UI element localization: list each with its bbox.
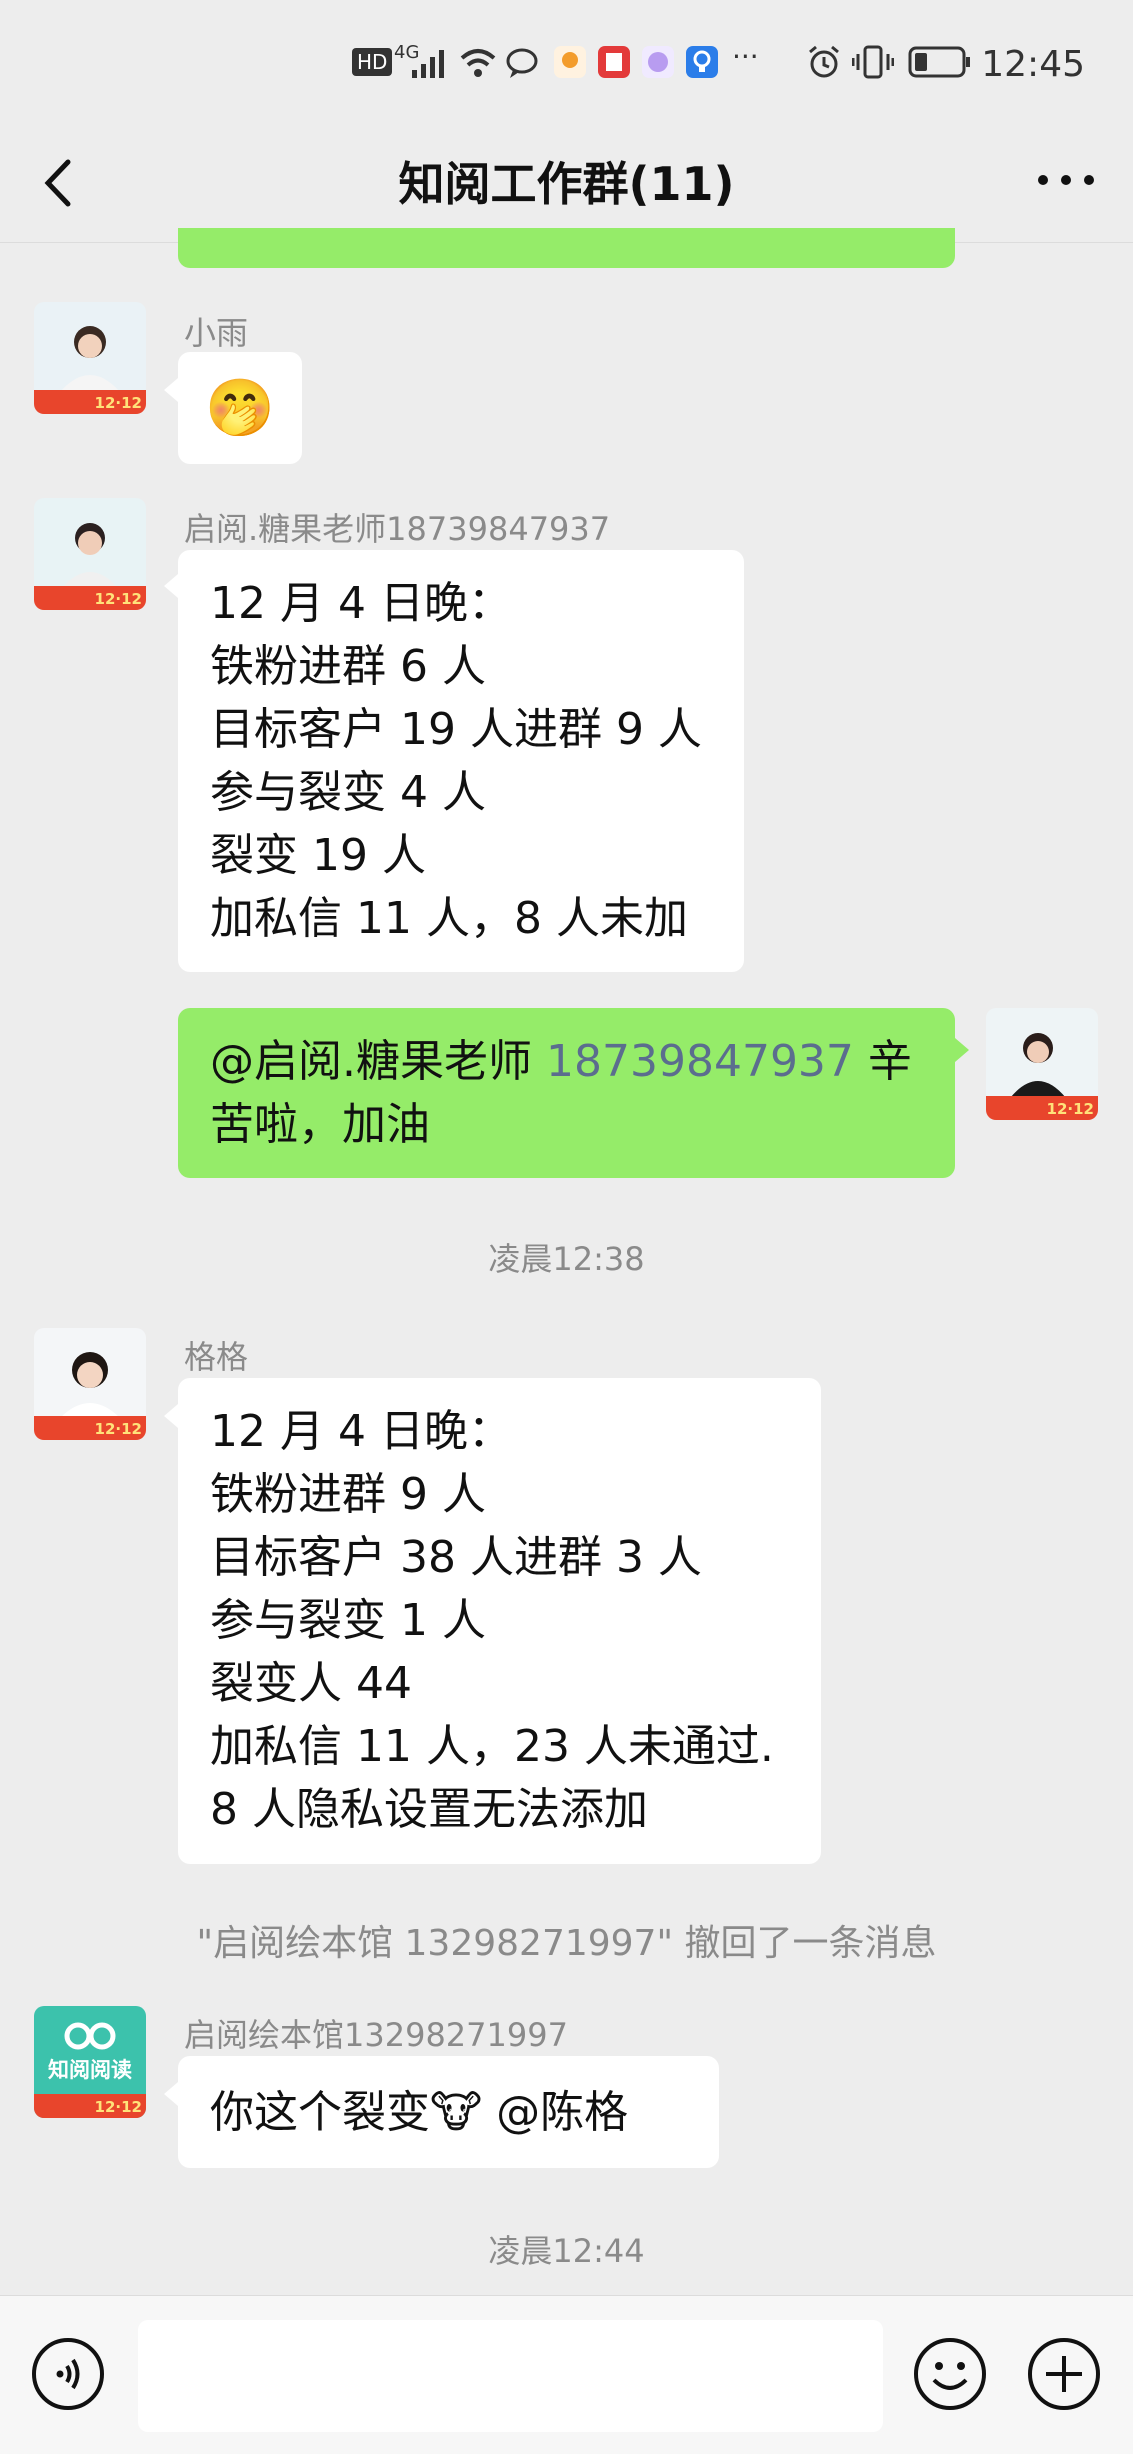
- message-bubble[interactable]: 12 月 4 日晚： 铁粉进群 6 人 目标客户 19 人进群 9 人 参与裂变…: [178, 550, 744, 972]
- status-bar: HD 4G ··· 12:45: [0, 0, 1133, 130]
- message-line: 加私信 11 人，8 人未加: [210, 893, 688, 944]
- emoji-shy-icon: 🤭: [205, 375, 275, 441]
- avatar-banner-label: 12·12: [94, 1420, 142, 1438]
- avatar[interactable]: 知阅阅读 12·12: [34, 2006, 146, 2118]
- recall-notice: "启阅绘本馆 13298271997" 撤回了一条消息: [196, 1923, 937, 1964]
- brand-logo-text: 知阅阅读: [48, 2058, 132, 2082]
- app-notification-icon: [642, 46, 674, 78]
- message-line: 铁粉进群 9 人: [210, 1469, 486, 1520]
- sender-name: 启阅.糖果老师18739847937: [184, 510, 611, 548]
- app-notification-icon: [554, 46, 586, 78]
- message-bubble[interactable]: 🤭: [178, 352, 302, 464]
- hd-icon: HD: [352, 48, 393, 76]
- avatar-banner-label: 12·12: [94, 2098, 142, 2116]
- timestamp: 凌晨12:44: [488, 2232, 645, 2270]
- message-text: 辛: [853, 1036, 912, 1087]
- avatar-banner-label: 12·12: [94, 590, 142, 608]
- message-line: 裂变人 44: [210, 1658, 412, 1709]
- avatar-banner-label: 12·12: [1046, 1100, 1094, 1118]
- message-line: 目标客户 38 人进群 3 人: [210, 1532, 702, 1583]
- vibrate-icon: [852, 45, 894, 79]
- bubble-tail: [164, 378, 178, 402]
- sender-name: 启阅绘本馆13298271997: [184, 2016, 568, 2054]
- sender-name: 格格: [184, 1338, 249, 1376]
- mention[interactable]: @启阅.糖果老师: [210, 1036, 546, 1087]
- message-bubble-mine[interactable]: @启阅.糖果老师 18739847937 辛 苦啦，加油: [178, 1008, 955, 1178]
- sender-name: 小雨: [184, 314, 249, 352]
- bubble-tail: [955, 1038, 969, 1062]
- more-options-icon[interactable]: [1031, 150, 1101, 210]
- app-notification-icon: [598, 46, 630, 78]
- message-line: 参与裂变 1 人: [210, 1595, 486, 1646]
- message-bubble-previous[interactable]: [178, 228, 955, 268]
- message-line: 12 月 4 日晚：: [210, 578, 512, 629]
- message-line: 铁粉进群 6 人: [210, 641, 486, 692]
- message-line: 目标客户 19 人进群 9 人: [210, 704, 702, 755]
- app-notification-icon: [686, 46, 718, 78]
- input-bar: [0, 2295, 1133, 2454]
- message-line: 苦啦，加油: [210, 1099, 430, 1150]
- more-notifications-icon: ···: [732, 40, 759, 73]
- message-line: 裂变 19 人: [210, 830, 426, 881]
- phone-number-link[interactable]: 18739847937: [546, 1036, 854, 1087]
- avatar[interactable]: 12·12: [34, 498, 146, 610]
- bubble-tail: [164, 1404, 178, 1428]
- alarm-icon: [809, 45, 839, 78]
- message-bubble[interactable]: 12 月 4 日晚： 铁粉进群 9 人 目标客户 38 人进群 3 人 参与裂变…: [178, 1378, 821, 1864]
- avatar[interactable]: 12·12: [34, 302, 146, 414]
- avatar[interactable]: 12·12: [34, 1328, 146, 1440]
- bubble-tail: [164, 574, 178, 598]
- avatar-banner-label: 12·12: [94, 394, 142, 412]
- message-line: 8 人隐私设置无法添加: [210, 1784, 648, 1835]
- message-line: 参与裂变 4 人: [210, 767, 486, 818]
- message-line: 12 月 4 日晚：: [210, 1406, 512, 1457]
- wifi-icon: [460, 49, 496, 77]
- timestamp: 凌晨12:38: [488, 1240, 645, 1278]
- emoji-picker-icon[interactable]: [912, 2336, 988, 2412]
- message-line: 加私信 11 人，23 人未通过.: [210, 1721, 774, 1772]
- add-attachment-icon[interactable]: [1026, 2336, 1102, 2412]
- message-input[interactable]: [138, 2320, 883, 2432]
- chat-header: 知阅工作群(11): [0, 130, 1133, 243]
- my-avatar[interactable]: 12·12: [986, 1008, 1098, 1120]
- signal-icon: [412, 50, 444, 78]
- message-bubble[interactable]: 你这个裂变🐮 @陈格: [178, 2056, 719, 2168]
- message-text: 你这个裂变: [210, 2086, 430, 2138]
- clock: 12:45: [981, 44, 1085, 85]
- group-title: 知阅工作群(11): [398, 157, 735, 211]
- mention[interactable]: @陈格: [482, 2087, 628, 2138]
- message-line: @启阅.糖果老师 18739847937 辛: [210, 1030, 923, 1093]
- cow-emoji-icon: 🐮: [430, 2086, 483, 2138]
- message-line: 你这个裂变🐮 @陈格: [210, 2081, 628, 2144]
- battery-icon: [908, 46, 970, 78]
- chat-bubble-icon: [506, 48, 538, 78]
- voice-input-icon[interactable]: [30, 2336, 106, 2412]
- bubble-tail: [164, 2082, 178, 2106]
